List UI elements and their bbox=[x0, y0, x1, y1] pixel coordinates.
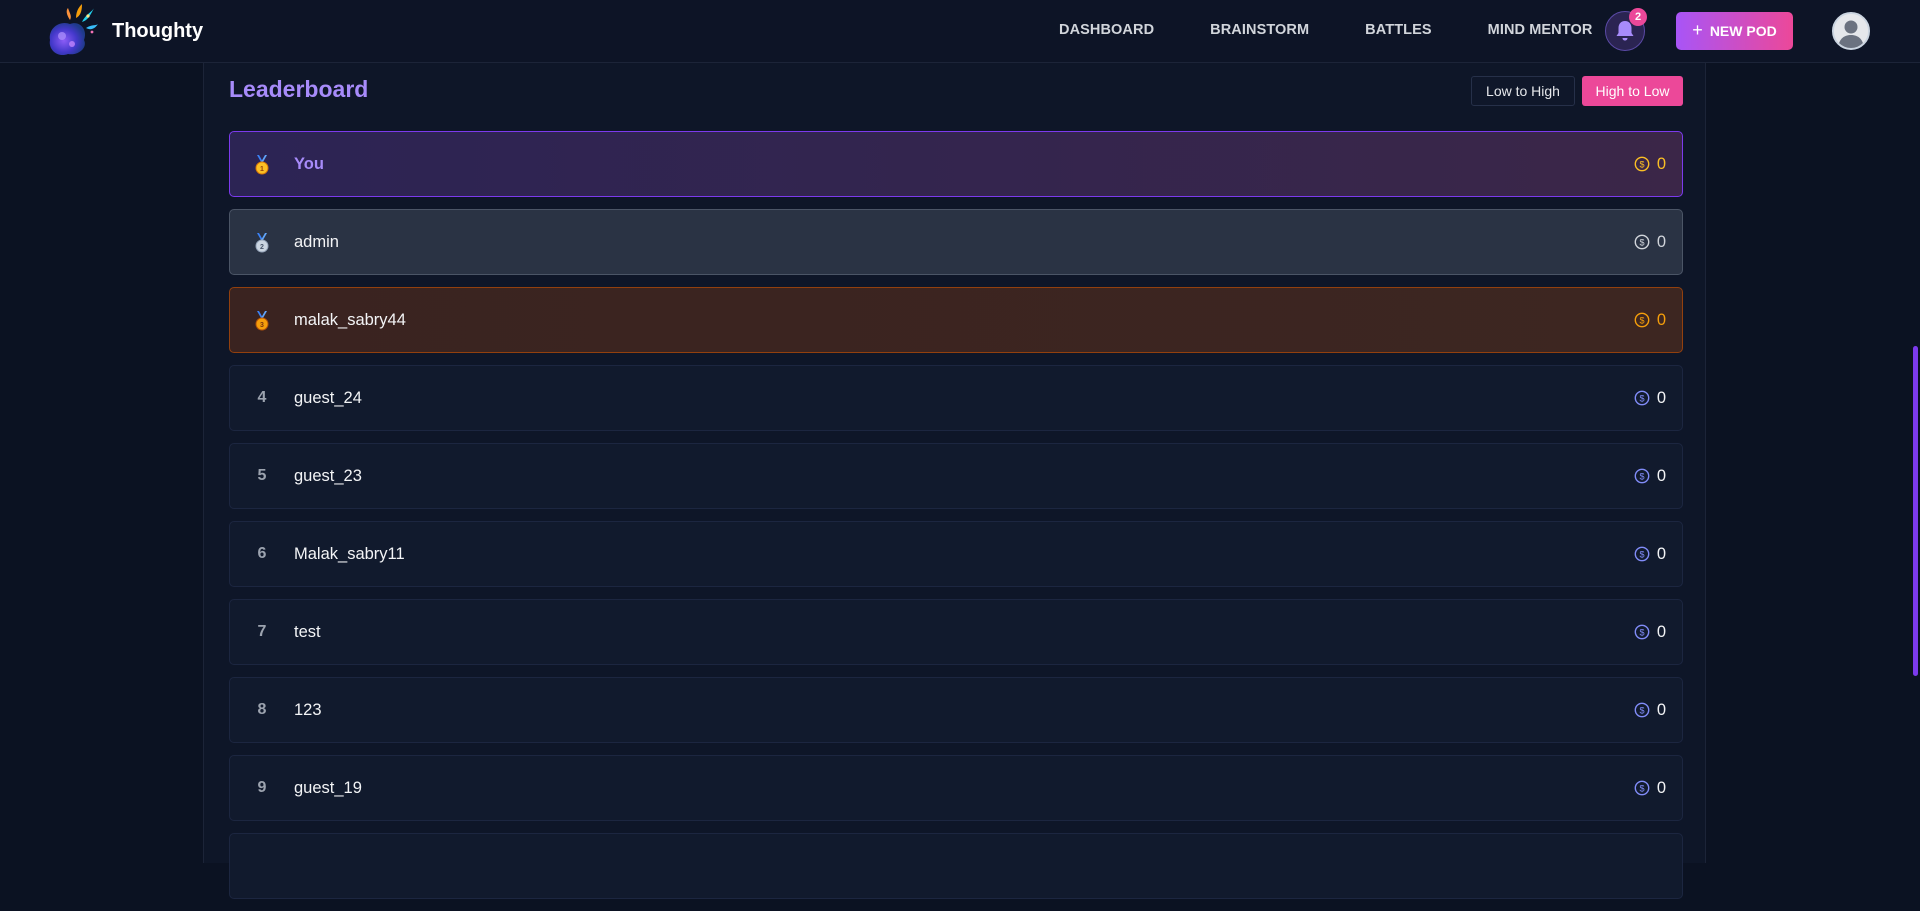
score-value: 0 bbox=[1656, 232, 1666, 251]
medal-icon: 1 bbox=[255, 155, 269, 175]
avatar-icon bbox=[1834, 14, 1868, 48]
score-value: 0 bbox=[1656, 310, 1666, 329]
nav-dashboard[interactable]: DASHBOARD bbox=[1059, 22, 1154, 38]
sort-low-to-high-button[interactable]: Low to High bbox=[1471, 76, 1575, 106]
score: $ 0 bbox=[1634, 545, 1666, 564]
leaderboard-row[interactable] bbox=[229, 833, 1683, 899]
svg-text:$: $ bbox=[1639, 705, 1644, 715]
leaderboard-panel: Leaderboard Low to High High to Low 1 Yo… bbox=[203, 63, 1706, 899]
svg-text:$: $ bbox=[1639, 549, 1644, 559]
coin-icon: $ bbox=[1634, 468, 1650, 484]
svg-text:2: 2 bbox=[260, 244, 264, 251]
coin-icon: $ bbox=[1634, 312, 1650, 328]
score: $ 0 bbox=[1634, 311, 1666, 330]
rank-number: 4 bbox=[257, 389, 267, 406]
leaderboard-row[interactable]: 9 guest_19 $ 0 bbox=[229, 755, 1683, 821]
svg-text:1: 1 bbox=[260, 166, 264, 173]
brand-name: Thoughty bbox=[112, 20, 204, 42]
score: $ 0 bbox=[1634, 389, 1666, 408]
notifications-button[interactable]: 2 bbox=[1605, 8, 1647, 51]
leaderboard-row[interactable]: 1 You $ 0 bbox=[229, 131, 1683, 197]
username: You bbox=[294, 154, 324, 173]
new-pod-label: NEW POD bbox=[1709, 23, 1777, 39]
svg-text:$: $ bbox=[1639, 159, 1644, 169]
username: guest_23 bbox=[294, 466, 362, 485]
nav-mind-mentor[interactable]: MIND MENTOR bbox=[1488, 22, 1593, 38]
score: $ 0 bbox=[1634, 467, 1666, 486]
svg-text:3: 3 bbox=[260, 322, 264, 329]
coin-icon: $ bbox=[1634, 780, 1650, 796]
rank-number: 9 bbox=[257, 779, 267, 796]
coin-icon: $ bbox=[1634, 624, 1650, 640]
leaderboard-row[interactable]: 4 guest_24 $ 0 bbox=[229, 365, 1683, 431]
svg-text:$: $ bbox=[1639, 315, 1644, 325]
leaderboard-row[interactable]: 8 123 $ 0 bbox=[229, 677, 1683, 743]
score: $ 0 bbox=[1634, 155, 1666, 174]
svg-text:$: $ bbox=[1639, 237, 1644, 247]
score: $ 0 bbox=[1634, 233, 1666, 252]
coin-icon: $ bbox=[1634, 234, 1650, 250]
username: admin bbox=[294, 232, 339, 251]
score: $ 0 bbox=[1634, 701, 1666, 720]
top-nav: Thoughty DASHBOARD BRAINSTORM BATTLES MI… bbox=[0, 0, 1920, 63]
svg-text:$: $ bbox=[1639, 393, 1644, 403]
rank-number: 8 bbox=[257, 701, 267, 718]
score: $ 0 bbox=[1634, 623, 1666, 642]
username: guest_24 bbox=[294, 388, 362, 407]
username: 123 bbox=[294, 700, 322, 719]
rank-number: 5 bbox=[257, 467, 267, 484]
new-pod-button[interactable]: + NEW POD bbox=[1676, 12, 1793, 50]
nav-brainstorm[interactable]: BRAINSTORM bbox=[1210, 22, 1309, 38]
coin-icon: $ bbox=[1634, 546, 1650, 562]
plus-icon: + bbox=[1692, 20, 1703, 40]
username: Malak_sabry11 bbox=[294, 544, 405, 563]
username: malak_sabry44 bbox=[294, 310, 406, 329]
svg-text:$: $ bbox=[1639, 627, 1644, 637]
brand[interactable]: Thoughty bbox=[42, 0, 203, 63]
leaderboard-list: 1 You $ 0 2 admin $ 0 3 malak_sabry44 $ … bbox=[229, 131, 1683, 911]
leaderboard-row[interactable]: 7 test $ 0 bbox=[229, 599, 1683, 665]
leaderboard-row[interactable]: 5 guest_23 $ 0 bbox=[229, 443, 1683, 509]
coin-icon: $ bbox=[1634, 156, 1650, 172]
svg-text:$: $ bbox=[1639, 471, 1644, 481]
coin-icon: $ bbox=[1634, 702, 1650, 718]
leaderboard-row[interactable]: 3 malak_sabry44 $ 0 bbox=[229, 287, 1683, 353]
coin-icon: $ bbox=[1634, 390, 1650, 406]
leaderboard-title: Leaderboard bbox=[229, 76, 369, 102]
score-value: 0 bbox=[1656, 466, 1666, 485]
username: guest_19 bbox=[294, 778, 362, 797]
avatar[interactable] bbox=[1832, 12, 1870, 50]
scrollbar-thumb[interactable] bbox=[1913, 346, 1918, 676]
notification-badge: 2 bbox=[1629, 8, 1647, 26]
score-value: 0 bbox=[1656, 778, 1666, 797]
score-value: 0 bbox=[1656, 388, 1666, 407]
page-scrollbar[interactable] bbox=[1911, 63, 1920, 855]
username: test bbox=[294, 622, 321, 641]
rank-number: 6 bbox=[257, 545, 267, 562]
score: $ 0 bbox=[1634, 779, 1666, 798]
svg-text:$: $ bbox=[1639, 783, 1644, 793]
score-value: 0 bbox=[1656, 544, 1666, 563]
main-nav: DASHBOARD BRAINSTORM BATTLES MIND MENTOR bbox=[1059, 0, 1592, 60]
nav-battles[interactable]: BATTLES bbox=[1365, 22, 1431, 38]
score-value: 0 bbox=[1656, 154, 1666, 173]
leaderboard-row[interactable]: 6 Malak_sabry11 $ 0 bbox=[229, 521, 1683, 587]
score-value: 0 bbox=[1656, 622, 1666, 641]
sort-high-to-low-button[interactable]: High to Low bbox=[1582, 76, 1683, 106]
medal-icon: 2 bbox=[255, 233, 269, 253]
leaderboard-row[interactable]: 2 admin $ 0 bbox=[229, 209, 1683, 275]
medal-icon: 3 bbox=[255, 311, 269, 331]
score-value: 0 bbox=[1656, 700, 1666, 719]
logo-icon bbox=[49, 3, 98, 55]
rank-number: 7 bbox=[257, 623, 267, 640]
